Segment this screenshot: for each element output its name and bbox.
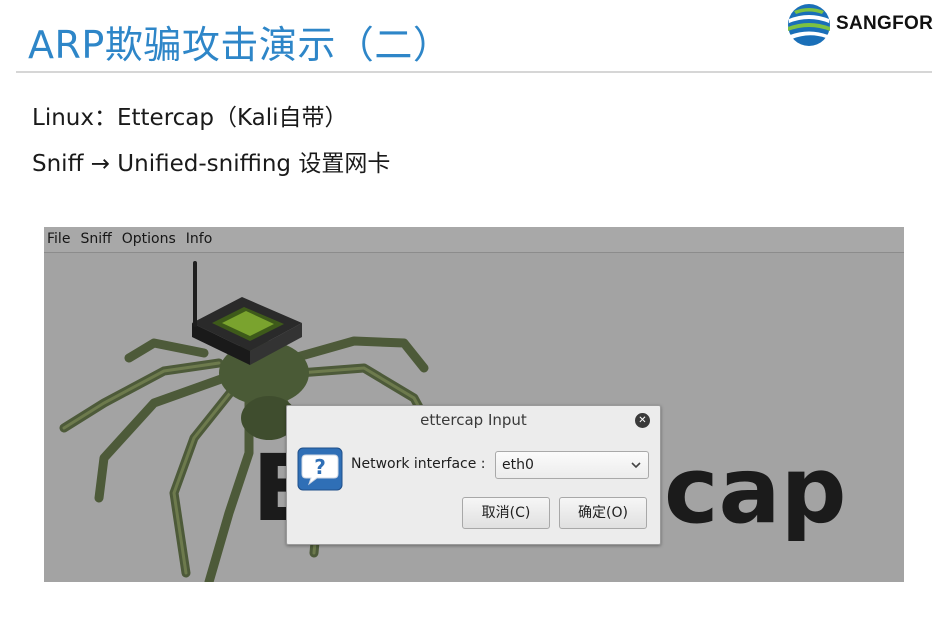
ettercap-logo-right: cap xyxy=(664,437,847,544)
menu-options[interactable]: Options xyxy=(122,227,176,252)
sangfor-globe-icon xyxy=(788,4,830,46)
body-line-2: Sniff → Unified-sniffing 设置网卡 xyxy=(32,151,391,177)
svg-text:?: ? xyxy=(314,455,326,479)
close-icon[interactable]: ✕ xyxy=(635,413,650,428)
body-line-1: Linux：Ettercap（Kali自带） xyxy=(32,105,348,131)
ok-button[interactable]: 确定(O) xyxy=(559,497,647,529)
network-interface-select[interactable]: eth0 xyxy=(495,451,649,479)
network-interface-label: Network interface : xyxy=(351,456,486,472)
input-dialog: ettercap Input ✕ ? Network interface : e… xyxy=(286,405,661,545)
ettercap-window: File Sniff Options Info E cap ettercap I… xyxy=(44,227,904,582)
menu-file[interactable]: File xyxy=(47,227,70,252)
menu-bar: File Sniff Options Info xyxy=(44,227,904,253)
menu-sniff[interactable]: Sniff xyxy=(80,227,111,252)
cancel-button[interactable]: 取消(C) xyxy=(462,497,550,529)
dialog-title: ettercap Input xyxy=(420,411,527,429)
logo-text: SANGFOR xyxy=(836,13,934,34)
network-interface-value: eth0 xyxy=(502,457,534,473)
sangfor-logo: SANGFOR xyxy=(784,2,939,48)
slide-title: ARP欺骗攻击演示（二） xyxy=(28,23,452,67)
title-divider xyxy=(16,71,932,73)
chevron-down-icon xyxy=(631,462,641,469)
menu-info[interactable]: Info xyxy=(186,227,213,252)
question-icon: ? xyxy=(297,447,343,491)
